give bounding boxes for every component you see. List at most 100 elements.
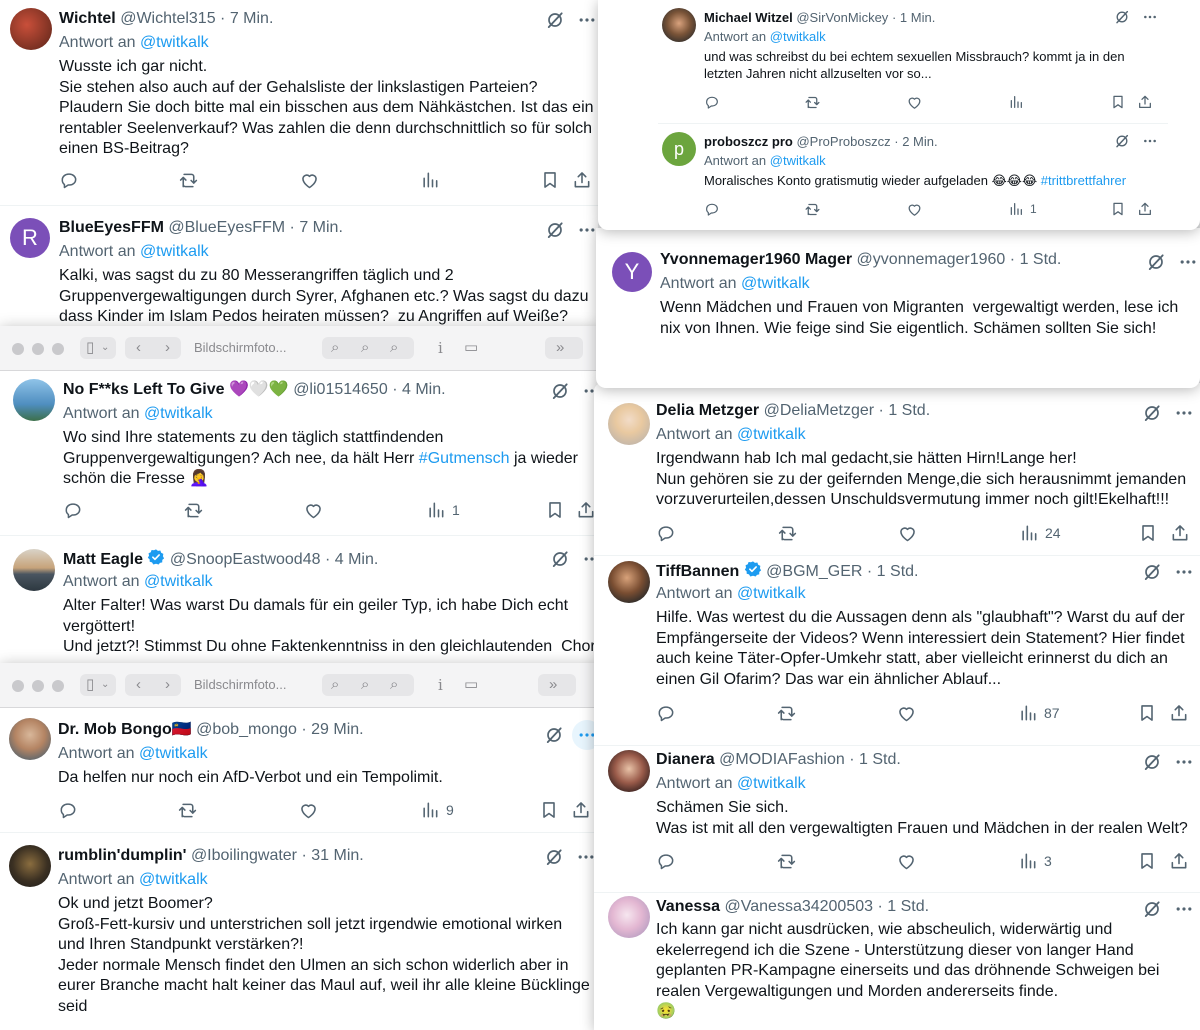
views-button[interactable]: 1 [1008, 201, 1037, 217]
avatar[interactable] [9, 718, 51, 760]
bookmark-button[interactable] [540, 170, 560, 190]
bookmark-button[interactable] [1137, 703, 1157, 723]
author-name[interactable]: Dr. Mob Bongo [58, 721, 172, 738]
tweet-dianera[interactable]: Dianera @MODIAFashion · 1 Std. Antwort a… [594, 746, 1200, 893]
timestamp[interactable]: 7 Min. [299, 219, 343, 236]
more-icon[interactable] [1174, 562, 1194, 582]
grok-icon[interactable] [550, 549, 570, 569]
author-handle[interactable]: @BlueEyesFFM [168, 219, 285, 236]
author-name[interactable]: TiffBannen [656, 563, 739, 580]
timestamp[interactable]: 29 Min. [311, 721, 363, 738]
avatar[interactable] [608, 561, 650, 603]
info-icon[interactable]: i [438, 338, 443, 358]
tweet-nofucks[interactable]: No F**ks Left To Give 💜🤍💚 @li01514650 · … [0, 370, 600, 536]
reply-target-link[interactable]: @twitkalk [144, 573, 213, 590]
author-handle[interactable]: @bob_mongo [196, 721, 297, 738]
avatar[interactable] [13, 379, 55, 421]
like-button[interactable] [897, 523, 918, 544]
double-chevron-icon[interactable]: » [556, 338, 564, 358]
reply-button[interactable] [58, 800, 78, 820]
reply-target-link[interactable]: @twitkalk [737, 585, 806, 602]
views-button[interactable]: 87 [1018, 703, 1060, 723]
author-handle[interactable]: @SnoopEastwood48 [170, 551, 321, 568]
avatar[interactable]: R [10, 218, 50, 258]
grok-icon[interactable] [544, 725, 564, 745]
author-handle[interactable]: @Iboilingwater [191, 847, 297, 864]
author-name[interactable]: Delia Metzger [656, 402, 759, 419]
timestamp[interactable]: 7 Min. [230, 10, 274, 27]
more-icon[interactable] [1174, 899, 1194, 919]
tweet-delia[interactable]: Delia Metzger @DeliaMetzger · 1 Std. Ant… [594, 383, 1200, 556]
grok-icon[interactable] [545, 220, 565, 240]
share-button[interactable] [576, 500, 596, 520]
reply-button[interactable] [656, 703, 676, 723]
grok-icon[interactable] [1146, 252, 1166, 272]
double-chevron-icon[interactable]: » [549, 675, 557, 695]
reply-target-link[interactable]: @twitkalk [741, 275, 810, 292]
author-name[interactable]: rumblin'dumplin' [58, 847, 186, 864]
author-handle[interactable]: @yvonnemager1960 [857, 251, 1006, 268]
timestamp[interactable]: 1 Std. [887, 898, 929, 915]
like-button[interactable] [896, 851, 917, 872]
timestamp[interactable]: 4 Min. [402, 381, 446, 398]
author-handle[interactable]: @ProProboszcz [796, 134, 890, 149]
reply-target-link[interactable]: @twitkalk [770, 153, 826, 168]
zoom-icon[interactable]: ⌕ [331, 338, 339, 358]
retweet-button[interactable] [177, 800, 198, 821]
zoom-window-button[interactable] [52, 680, 64, 692]
tweet-proboszcz[interactable]: p proboszcz pro @ProProboszcz · 2 Min. A… [658, 124, 1168, 230]
avatar[interactable] [608, 750, 650, 792]
timestamp[interactable]: 2 Min. [902, 134, 937, 149]
verified-badge-icon[interactable] [744, 560, 762, 578]
avatar[interactable] [9, 845, 51, 887]
author-name[interactable]: BlueEyesFFM [59, 219, 164, 236]
more-icon[interactable] [576, 847, 596, 867]
reply-target-link[interactable]: @twitkalk [144, 405, 213, 422]
grok-icon[interactable] [1142, 403, 1162, 423]
info-icon[interactable]: i [438, 675, 443, 695]
more-icon[interactable] [1178, 252, 1198, 272]
tweet-vanessa[interactable]: Vanessa @Vanessa34200503 · 1 Std. Ich ka… [594, 893, 1200, 1030]
tweet-tiffbannen[interactable]: TiffBannen @BGM_GER · 1 Std. Antwort an … [594, 556, 1200, 746]
share-button[interactable] [1170, 523, 1190, 543]
timestamp[interactable]: 4 Min. [335, 551, 379, 568]
more-icon[interactable] [1174, 403, 1194, 423]
grok-icon[interactable] [545, 10, 565, 30]
retweet-button[interactable] [183, 500, 204, 521]
views-button[interactable]: 9 [420, 800, 454, 820]
reply-button[interactable] [704, 201, 720, 217]
grok-icon[interactable] [1114, 9, 1130, 25]
share-button[interactable] [1137, 94, 1153, 110]
zoom-window-button[interactable] [52, 343, 64, 355]
zoom-icon[interactable]: ⌕ [331, 675, 339, 695]
tweet-blueeyesffm[interactable]: R BlueEyesFFM @BlueEyesFFM · 7 Min. Antw… [0, 206, 598, 330]
share-button[interactable] [1169, 851, 1189, 871]
author-handle[interactable]: @BGM_GER [766, 563, 862, 580]
minimize-window-button[interactable] [32, 343, 44, 355]
avatar[interactable] [608, 896, 650, 938]
author-handle[interactable]: @li01514650 [293, 381, 388, 398]
retweet-button[interactable] [804, 94, 821, 111]
zoom-in-icon[interactable]: ⌕ [390, 675, 398, 695]
reply-target-link[interactable]: @twitkalk [139, 745, 208, 762]
tweet-wichtel[interactable]: Wichtel @Wichtel315 · 7 Min. Antwort an … [0, 0, 598, 206]
author-handle[interactable]: @DeliaMetzger [764, 402, 875, 419]
tweet-rumblin[interactable]: rumblin'dumplin' @Iboilingwater · 31 Min… [0, 833, 600, 1030]
tweet-witzel[interactable]: Michael Witzel @SirVonMickey · 1 Min. An… [658, 0, 1168, 124]
author-handle[interactable]: @MODIAFashion [719, 751, 845, 768]
zoom-out-icon[interactable]: ⌕ [361, 338, 369, 358]
share-button[interactable] [572, 170, 592, 190]
avatar[interactable] [10, 8, 52, 50]
grok-icon[interactable] [1142, 752, 1162, 772]
more-icon[interactable] [577, 220, 597, 240]
like-button[interactable] [299, 170, 320, 191]
back-icon[interactable]: ‹ [136, 338, 141, 358]
author-handle[interactable]: @Vanessa34200503 [725, 898, 874, 915]
share-button[interactable] [1169, 703, 1189, 723]
reply-target-link[interactable]: @twitkalk [139, 871, 208, 888]
bookmark-button[interactable] [1138, 523, 1158, 543]
grok-icon[interactable] [1142, 899, 1162, 919]
hashtag-link[interactable]: #trittbrettfahrer [1041, 173, 1126, 188]
reply-target-link[interactable]: @twitkalk [737, 775, 806, 792]
nav-buttons[interactable] [125, 337, 181, 359]
